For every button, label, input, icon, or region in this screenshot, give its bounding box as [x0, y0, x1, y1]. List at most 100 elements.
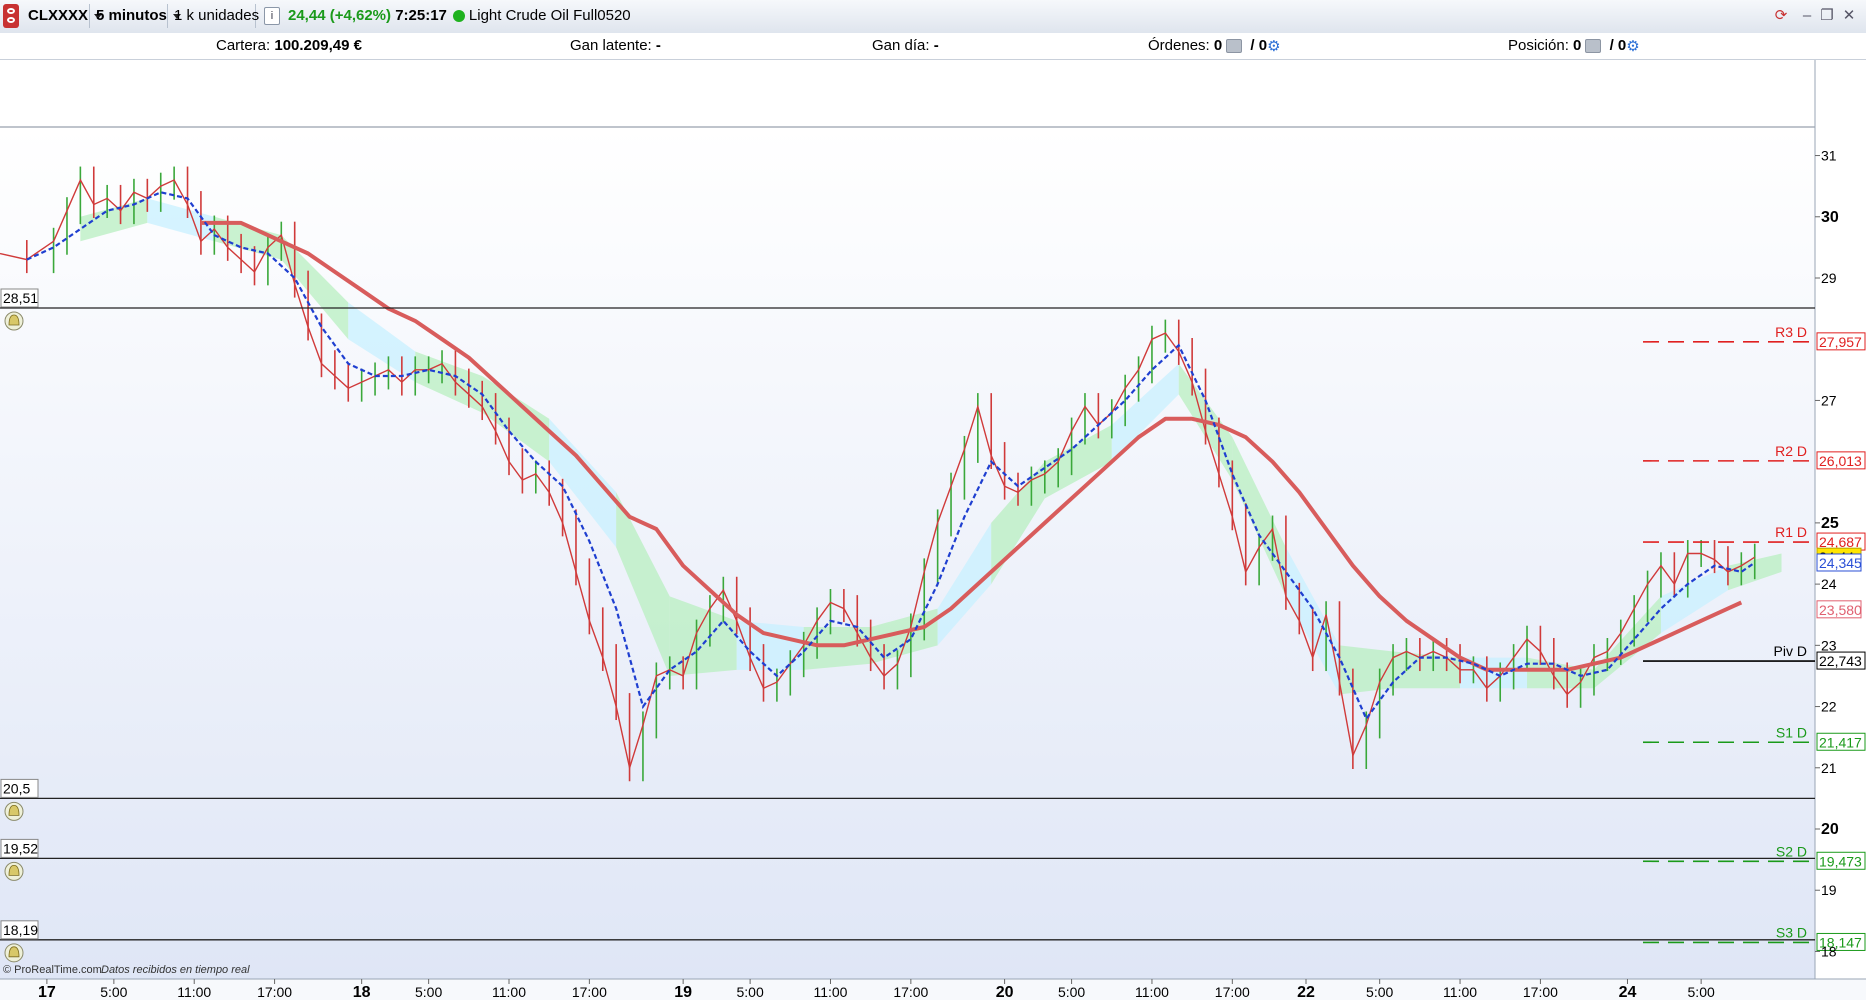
y-tick-label: 30: [1821, 209, 1839, 226]
position: Posición: 0 / 0⚙: [1508, 37, 1640, 55]
daily-pl-value: -: [933, 37, 939, 54]
pivot-name: S2 D: [1776, 843, 1807, 859]
x-tick-label: 5:00: [100, 984, 127, 1000]
position-total: / 0: [1609, 37, 1627, 54]
pivot-name: R2 D: [1775, 443, 1807, 459]
restore-icon[interactable]: ❐: [1818, 7, 1836, 25]
app-logo-icon: [3, 4, 19, 28]
orders-total: / 0: [1250, 37, 1268, 54]
x-tick-label: 17:00: [257, 984, 292, 1000]
price-chart[interactable]: 28,51 20,5 19,52 18,19 R3 D 27,957 R2 D 26,013 R…: [0, 60, 1866, 1000]
timeframe-selector[interactable]: 5 minutos: [90, 4, 181, 28]
x-tick-label: 19: [674, 984, 692, 1000]
x-tick-label: 17:00: [1215, 984, 1250, 1000]
pivot-name: S1 D: [1776, 724, 1807, 740]
indicator-panel: [0, 60, 1866, 127]
symbol-selector[interactable]: CLXXXX: [22, 4, 103, 28]
orders-count: 0: [1213, 37, 1223, 54]
pivot-value: 27,957: [1819, 334, 1862, 350]
cloud-segment: [1393, 651, 1461, 689]
price-tag: 24,345: [1819, 555, 1862, 571]
y-tick-label: 19: [1821, 882, 1837, 898]
portfolio-value: 100.209,49 €: [274, 37, 362, 54]
x-tick-label: 5:00: [415, 984, 442, 1000]
bell-icon: [8, 314, 20, 326]
gear-icon[interactable]: ⚙: [1267, 38, 1280, 55]
pivot-value: 22,743: [1819, 653, 1862, 669]
last-price: 24,44: [288, 7, 326, 24]
close-icon[interactable]: ✕: [1840, 7, 1858, 25]
live-status-icon: [452, 10, 465, 23]
y-tick-label: 25: [1821, 515, 1839, 532]
alert-label: 18,19: [3, 922, 38, 938]
alert-label: 28,51: [3, 290, 38, 306]
x-tick-label: 24: [1619, 984, 1637, 1000]
timeframe-label: 5 minutos: [96, 7, 167, 24]
bell-icon: [8, 864, 20, 876]
unrealized-pl-value: -: [655, 37, 661, 54]
unrealized-pl-label: Gan latente:: [570, 37, 652, 54]
orders-list-icon[interactable]: [1226, 39, 1243, 54]
price-tag: 23,580: [1819, 602, 1862, 618]
info-icon[interactable]: i: [264, 7, 280, 26]
x-tick-label: 22: [1297, 984, 1315, 1000]
cloud-segment: [803, 626, 871, 670]
position-count: 0: [1573, 37, 1582, 54]
minimize-icon[interactable]: –: [1798, 7, 1816, 25]
x-tick-label: 20: [996, 984, 1014, 1000]
orders-label: Órdenes:: [1148, 37, 1210, 54]
x-tick-label: 17:00: [893, 984, 928, 1000]
alert-label: 19,52: [3, 840, 38, 856]
price-change: (+4,62%): [329, 7, 392, 24]
x-tick-label: 5:00: [1688, 984, 1715, 1000]
y-tick-label: 29: [1821, 270, 1837, 286]
bell-icon: [8, 946, 20, 958]
x-tick-label: 5:00: [1058, 984, 1085, 1000]
y-tick-label: 23: [1821, 637, 1837, 653]
x-tick-label: 17:00: [1523, 984, 1558, 1000]
portfolio-label: Cartera:: [216, 37, 271, 54]
sync-icon[interactable]: ⟳: [1772, 7, 1790, 25]
x-tick-label: 5:00: [1366, 984, 1393, 1000]
pivot-name: R3 D: [1775, 324, 1807, 340]
bell-icon: [8, 804, 20, 816]
x-tick-label: 5:00: [736, 984, 763, 1000]
units-label: 1 k unidades: [174, 7, 260, 24]
x-tick-label: 17:00: [572, 984, 607, 1000]
unrealized-pl: Gan latente: -: [570, 37, 661, 54]
daily-pl-label: Gan día:: [872, 37, 930, 54]
quote-panel: i 24,44 (+4,62%) 7:25:17 Light Crude Oil F…: [258, 4, 637, 28]
pivot-value: 21,417: [1819, 734, 1862, 750]
quote-time: 7:25:17: [395, 7, 447, 24]
position-label: Posición:: [1508, 37, 1569, 54]
pivot-value: 24,687: [1819, 534, 1862, 550]
y-tick-label: 20: [1821, 821, 1839, 838]
account-bar: Cartera: 100.209,49 € Gan latente: - Gan…: [0, 33, 1866, 60]
x-tick-label: 11:00: [813, 984, 847, 1000]
pivot-name: Piv D: [1774, 643, 1807, 659]
pivot-name: R1 D: [1775, 524, 1807, 540]
copyright-text: © ProRealTime.com: [3, 964, 102, 976]
units-selector[interactable]: 1 k unidades: [168, 4, 274, 28]
y-tick-label: 31: [1821, 148, 1837, 164]
pivot-name: S3 D: [1776, 924, 1807, 940]
pivot-value: 26,013: [1819, 453, 1862, 469]
x-tick-label: 11:00: [177, 984, 211, 1000]
cloud-segment: [1339, 645, 1394, 695]
data-status-text: Datos recibidos en tiempo real: [101, 964, 250, 976]
pivot-value: 19,473: [1819, 853, 1862, 869]
x-tick-label: 18: [353, 984, 371, 1000]
y-tick-label: 22: [1821, 699, 1837, 715]
alert-label: 20,5: [3, 780, 30, 796]
y-tick-label: 18: [1821, 943, 1837, 959]
positions-list-icon[interactable]: [1585, 39, 1602, 54]
cloud-segment: [736, 620, 804, 670]
daily-pl: Gan día: -: [872, 37, 939, 54]
x-tick-label: 11:00: [1443, 984, 1477, 1000]
instrument-name: Light Crude Oil Full0520: [468, 7, 631, 24]
toolbar: CLXXXX 5 minutos 1 k unidades i 24,44 (+4…: [0, 0, 1866, 34]
x-tick-label: 11:00: [492, 984, 526, 1000]
gear-icon[interactable]: ⚙: [1626, 38, 1639, 55]
portfolio: Cartera: 100.209,49 €: [216, 37, 362, 54]
y-tick-label: 24: [1821, 576, 1837, 592]
